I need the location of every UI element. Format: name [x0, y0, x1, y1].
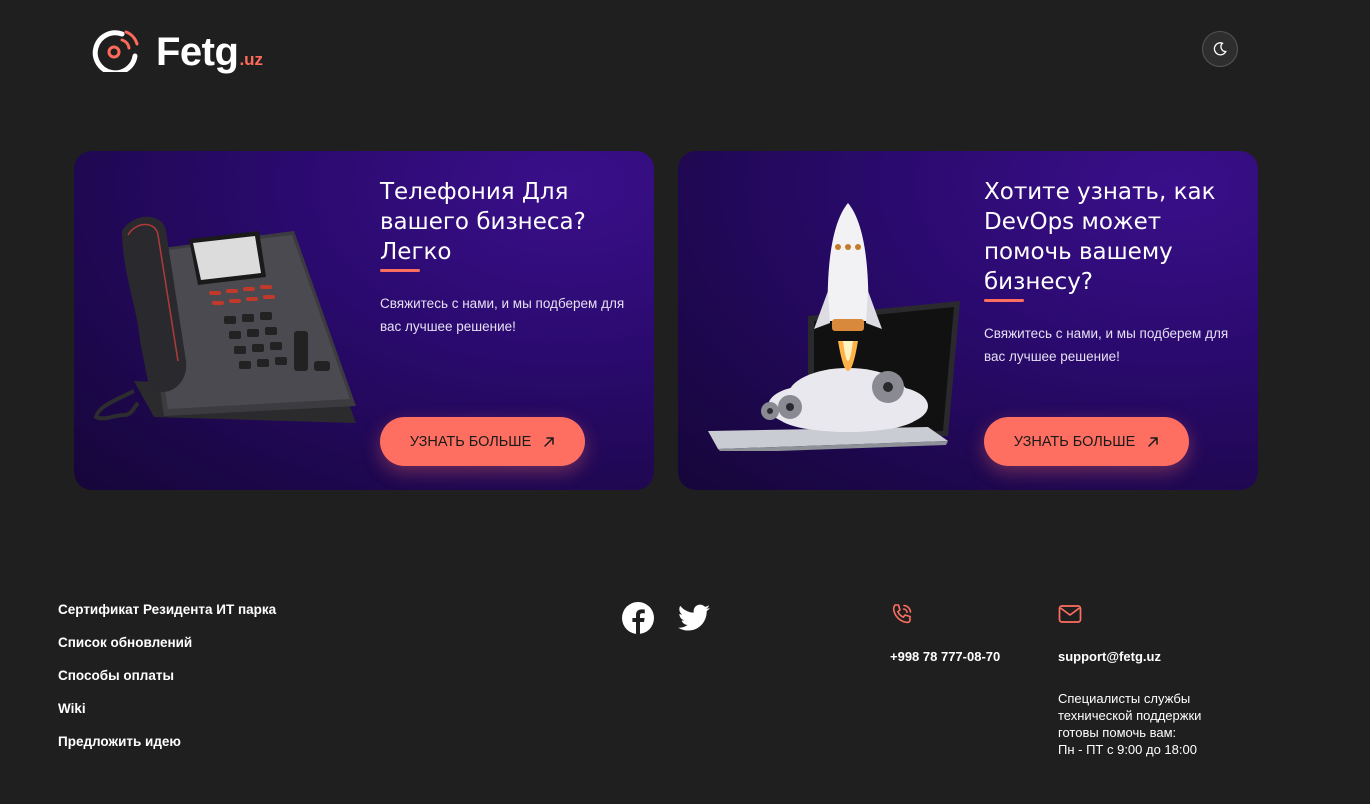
support-line: готовы помочь вам:	[1058, 725, 1177, 740]
footer-links: Сертификат Резидента ИТ парка Список обн…	[58, 600, 276, 765]
card-title: Телефония Для вашего бизнеса? Легко	[380, 179, 586, 265]
footer-link-suggest-idea[interactable]: Предложить идею	[58, 732, 276, 765]
header: Fetg .uz	[0, 0, 1370, 100]
desk-phone-illustration	[94, 216, 356, 423]
card-text: Свяжитесь с нами, и мы подберем для вас …	[380, 296, 625, 334]
footer-link-wiki[interactable]: Wiki	[58, 699, 276, 732]
support-line: Специалисты службы	[1058, 691, 1191, 706]
card-title: Хотите узнать, как DevOps может помочь в…	[984, 179, 1216, 295]
logo[interactable]: Fetg .uz	[92, 26, 263, 72]
footer-link-changelog[interactable]: Список обновлений	[58, 633, 276, 666]
arrow-up-right-icon	[544, 436, 555, 447]
rocket-laptop-illustration	[708, 203, 960, 451]
phone-number[interactable]: +998 78 777-08-70	[890, 649, 1000, 664]
moon-icon	[1213, 42, 1227, 56]
devops-card: Хотите узнать, как DevOps может помочь в…	[678, 151, 1258, 490]
card-text: Свяжитесь с нами, и мы подберем для вас …	[984, 326, 1229, 364]
title-underline	[380, 269, 420, 272]
logo-tld: .uz	[239, 50, 264, 69]
button-label: УЗНАТЬ БОЛЬШЕ	[409, 433, 532, 450]
learn-more-button[interactable]: УЗНАТЬ БОЛЬШЕ	[380, 417, 585, 466]
logo-text: Fetg	[156, 30, 239, 74]
theme-toggle-button[interactable]	[1202, 31, 1238, 67]
support-line: Пн - ПТ с 9:00 до 18:00	[1058, 742, 1197, 757]
facebook-icon[interactable]	[622, 602, 654, 634]
mail-icon	[1058, 605, 1082, 623]
twitter-icon[interactable]	[678, 604, 710, 632]
button-label: УЗНАТЬ БОЛЬШЕ	[1013, 433, 1136, 450]
email-address[interactable]: support@fetg.uz	[1058, 649, 1161, 664]
learn-more-button[interactable]: УЗНАТЬ БОЛЬШЕ	[984, 417, 1189, 466]
footer-link-it-park-certificate[interactable]: Сертификат Резидента ИТ парка	[58, 600, 276, 633]
phone-icon	[892, 604, 912, 624]
footer-link-payment-methods[interactable]: Способы оплаты	[58, 666, 276, 699]
logo-mark-icon	[92, 30, 139, 72]
support-hours: Специалисты службы технической поддержки…	[1058, 690, 1238, 758]
title-underline	[984, 299, 1024, 302]
arrow-up-right-icon	[1148, 436, 1159, 447]
support-line: технической поддержки	[1058, 708, 1202, 723]
telephony-card: Телефония Для вашего бизнеса? Легко Свяж…	[74, 151, 654, 490]
